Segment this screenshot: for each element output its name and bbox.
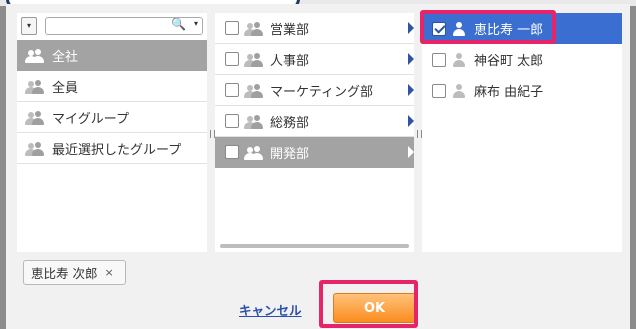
group-label: マイグループ — [52, 111, 129, 127]
group-list-item[interactable]: 最近選択したグループ — [17, 133, 207, 164]
group-icon — [244, 52, 264, 67]
expand-arrow-icon[interactable] — [408, 146, 414, 158]
cancel-link[interactable]: キャンセル — [239, 300, 302, 319]
department-checkbox[interactable] — [225, 114, 239, 128]
group-icon — [244, 145, 264, 160]
user-icon — [451, 83, 467, 98]
department-label: 開発部 — [270, 146, 310, 162]
department-list-item[interactable]: マーケティング部 — [215, 75, 414, 106]
department-list-item[interactable]: 開発部 — [215, 137, 414, 168]
department-checkbox[interactable] — [225, 145, 239, 159]
department-list-item[interactable]: 人事部 — [215, 44, 414, 75]
user-list-item[interactable]: 神谷町 太郎 — [422, 44, 622, 75]
user-picker-dialog: ▾ 🔍 ▾ 全社全員マイグループ最近選択したグループ 営業部人事部マーケティング… — [6, 4, 630, 329]
group-list-pane: ▾ 🔍 ▾ 全社全員マイグループ最近選択したグループ — [17, 13, 207, 252]
search-box[interactable]: 🔍 ▾ — [45, 17, 203, 35]
department-list-item[interactable]: 営業部 — [215, 13, 414, 44]
department-label: 営業部 — [270, 22, 310, 38]
search-icon[interactable]: 🔍 — [171, 17, 186, 31]
user-checkbox[interactable] — [432, 52, 446, 67]
expand-arrow-icon[interactable] — [408, 53, 414, 65]
department-label: マーケティング部 — [270, 84, 373, 100]
group-label: 全社 — [52, 49, 79, 65]
expand-arrow-icon[interactable] — [408, 84, 414, 96]
group-list-item[interactable]: マイグループ — [17, 102, 207, 133]
group-list-item[interactable]: 全員 — [17, 71, 207, 102]
department-list-item[interactable]: 総務部 — [215, 106, 414, 137]
department-checkbox[interactable] — [225, 83, 239, 97]
horizontal-scrollbar[interactable] — [220, 244, 409, 248]
highlight-selected-user — [420, 10, 556, 44]
user-list-pane: 恵比寿 一郎 神谷町 太郎 麻布 由紀子 — [422, 13, 622, 252]
group-icon — [25, 48, 45, 63]
filter-dropdown-button[interactable]: ▾ — [21, 17, 37, 35]
department-label: 人事部 — [270, 53, 310, 69]
search-options-caret[interactable]: ▾ — [194, 19, 198, 28]
user-list-item[interactable]: 麻布 由紀子 — [422, 75, 622, 106]
department-label: 総務部 — [270, 115, 310, 131]
group-icon — [244, 114, 264, 129]
group-label: 最近選択したグループ — [52, 142, 182, 158]
group-label: 全員 — [52, 80, 79, 96]
group-icon — [244, 21, 264, 36]
search-input[interactable] — [50, 18, 162, 32]
group-icon — [25, 110, 45, 125]
expand-arrow-icon[interactable] — [408, 22, 414, 34]
chip-remove-icon[interactable]: × — [104, 266, 113, 279]
user-label: 神谷町 太郎 — [474, 54, 544, 69]
chip-label: 恵比寿 次郎 — [31, 266, 98, 281]
expand-arrow-icon[interactable] — [408, 115, 414, 127]
highlight-ok-button — [319, 280, 418, 328]
user-checkbox[interactable] — [432, 83, 446, 98]
group-list-item[interactable]: 全社 — [17, 40, 207, 71]
group-icon — [25, 141, 45, 156]
group-icon — [25, 79, 45, 94]
user-icon — [451, 52, 467, 67]
selected-user-chip: 恵比寿 次郎 × — [23, 260, 126, 285]
department-list-pane: 営業部人事部マーケティング部 総務部開発部 — [215, 13, 414, 252]
department-checkbox[interactable] — [225, 21, 239, 35]
group-icon — [244, 83, 264, 98]
user-label: 麻布 由紀子 — [474, 85, 544, 100]
department-checkbox[interactable] — [225, 52, 239, 66]
